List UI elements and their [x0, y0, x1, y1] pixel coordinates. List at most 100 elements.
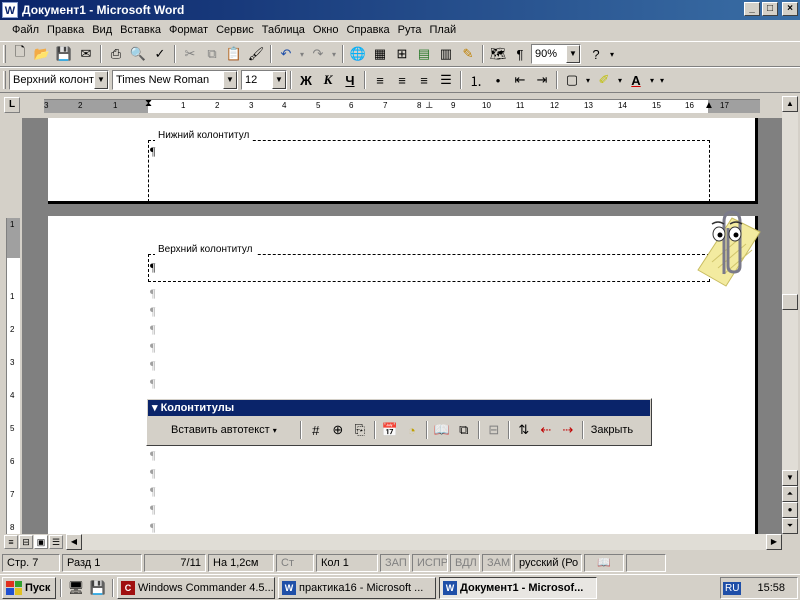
normal-view-icon[interactable]: ≡: [4, 535, 18, 549]
insert-page-count-icon[interactable]: ⊕: [327, 419, 349, 441]
task-windows-commander[interactable]: C Windows Commander 4.5...: [117, 576, 275, 599]
format-page-number-icon[interactable]: ⎘: [349, 419, 371, 441]
footer-area[interactable]: [148, 140, 710, 202]
menu-table[interactable]: Таблица: [258, 24, 309, 36]
toolbar-options-icon[interactable]: ▾: [607, 43, 617, 65]
close-button[interactable]: ×: [782, 2, 798, 16]
document-area[interactable]: Нижний колонтитул ¶ Верхний колонтитул ¶…: [22, 118, 782, 534]
help-icon[interactable]: ?: [585, 43, 607, 65]
show-hide-text-icon[interactable]: ⧉: [453, 419, 475, 441]
same-as-previous-icon[interactable]: ⊟: [483, 419, 505, 441]
undo-icon[interactable]: ↶: [275, 43, 297, 65]
menu-help[interactable]: Справка: [342, 24, 393, 36]
show-previous-icon[interactable]: ⇠: [535, 419, 557, 441]
highlight-dropdown-icon[interactable]: ▾: [615, 69, 625, 91]
save-icon[interactable]: 💾: [53, 43, 75, 65]
show-hide-paragraph-icon[interactable]: ¶: [509, 43, 531, 65]
toolbar-options-icon[interactable]: ▾: [657, 69, 667, 91]
scroll-up-button[interactable]: ▲: [782, 96, 798, 112]
chevron-down-icon[interactable]: ▼: [94, 71, 108, 89]
vertical-ruler[interactable]: 1 1 2 3 4 5 6 7 8: [6, 218, 20, 534]
toolbar-titlebar[interactable]: ▾ Колонтитулы: [148, 400, 650, 416]
copy-icon[interactable]: ⧉: [201, 43, 223, 65]
status-ovr[interactable]: ЗАМ: [482, 554, 512, 572]
insert-table-icon[interactable]: ⊞: [391, 43, 413, 65]
print-layout-view-icon[interactable]: ▣: [34, 535, 48, 549]
drawing-icon[interactable]: ✎: [457, 43, 479, 65]
menu-format[interactable]: Формат: [165, 24, 212, 36]
cut-icon[interactable]: ✂: [179, 43, 201, 65]
print-icon[interactable]: ⎙: [105, 43, 127, 65]
insert-page-number-icon[interactable]: #: [305, 419, 327, 441]
insert-date-icon[interactable]: 📅: [379, 419, 401, 441]
horizontal-ruler[interactable]: 3 2 1 1 2 3 4 5 6 7 8 9 10 11 12 13 14 1…: [44, 98, 760, 113]
toolbar-menu-icon[interactable]: ▾: [152, 402, 161, 414]
tab-selector-button[interactable]: L: [4, 97, 20, 113]
menu-insert[interactable]: Вставка: [116, 24, 165, 36]
tables-borders-icon[interactable]: ▦: [369, 43, 391, 65]
columns-icon[interactable]: ▥: [435, 43, 457, 65]
print-preview-icon[interactable]: 🔍: [127, 43, 149, 65]
scroll-right-button[interactable]: ▶: [766, 534, 782, 550]
right-indent-marker-icon[interactable]: ▲: [704, 100, 714, 111]
numbered-list-icon[interactable]: ⒈: [465, 69, 487, 91]
menu-window[interactable]: Окно: [309, 24, 343, 36]
tab-stop-icon[interactable]: ┴: [426, 102, 432, 112]
redo-icon[interactable]: ↷: [307, 43, 329, 65]
new-document-icon[interactable]: 🗋: [9, 43, 31, 65]
borders-dropdown-icon[interactable]: ▾: [583, 69, 593, 91]
italic-button[interactable]: К: [317, 69, 339, 91]
spelling-status-icon[interactable]: 📖: [584, 554, 624, 572]
page-setup-icon[interactable]: 📖: [431, 419, 453, 441]
next-page-button[interactable]: ⏷: [782, 518, 798, 534]
font-color-icon[interactable]: A: [625, 69, 647, 91]
scroll-thumb[interactable]: [782, 294, 798, 310]
outline-view-icon[interactable]: ☰: [49, 535, 63, 549]
decrease-indent-icon[interactable]: ⇤: [509, 69, 531, 91]
font-size-select[interactable]: 12 ▼: [241, 70, 287, 90]
page-current[interactable]: Верхний колонтитул ¶ ¶ ¶ ¶ ¶ ¶ ¶ ¶ ¶ ¶ ¶…: [48, 216, 758, 534]
chevron-down-icon[interactable]: ▼: [272, 71, 286, 89]
status-rec[interactable]: ЗАП: [380, 554, 410, 572]
bulleted-list-icon[interactable]: •: [487, 69, 509, 91]
paste-icon[interactable]: 📋: [223, 43, 245, 65]
justify-icon[interactable]: ☰: [435, 69, 457, 91]
chevron-down-icon[interactable]: ▼: [223, 71, 237, 89]
highlight-icon[interactable]: ✐: [593, 69, 615, 91]
office-assistant-clippy-icon[interactable]: [692, 208, 762, 288]
hyperlink-icon[interactable]: 🌐: [347, 43, 369, 65]
task-praktika16[interactable]: W практика16 - Microsoft ...: [278, 576, 436, 599]
menu-ruta[interactable]: Рута: [394, 24, 426, 36]
word-app-icon[interactable]: W: [2, 2, 18, 18]
underline-button[interactable]: Ч: [339, 69, 361, 91]
align-left-icon[interactable]: ≡: [369, 69, 391, 91]
open-folder-icon[interactable]: 📂: [31, 43, 53, 65]
increase-indent-icon[interactable]: ⇥: [531, 69, 553, 91]
toolbar-grip[interactable]: [3, 45, 6, 63]
minimize-button[interactable]: _: [744, 2, 760, 16]
redo-dropdown-icon[interactable]: ▾: [329, 43, 339, 65]
insert-excel-icon[interactable]: ▤: [413, 43, 435, 65]
scroll-left-button[interactable]: ◀: [66, 534, 82, 550]
maximize-button[interactable]: □: [762, 2, 778, 16]
status-language[interactable]: русский (Ро: [514, 554, 582, 572]
insert-autotext-button[interactable]: Вставить автотекст ▾: [151, 424, 297, 436]
switch-header-footer-icon[interactable]: ⇅: [513, 419, 535, 441]
status-ext[interactable]: ВДЛ: [450, 554, 480, 572]
chevron-down-icon[interactable]: ▼: [566, 45, 580, 63]
quicklaunch-save-icon[interactable]: 💾: [87, 577, 109, 599]
header-area[interactable]: [148, 254, 710, 282]
toolbar-grip[interactable]: [3, 71, 6, 89]
font-select[interactable]: Times New Roman ▼: [112, 70, 238, 90]
quicklaunch-desktop-icon[interactable]: 🖥: [65, 577, 87, 599]
menu-edit[interactable]: Правка: [43, 24, 88, 36]
language-indicator[interactable]: RU: [723, 581, 742, 595]
page-previous[interactable]: Нижний колонтитул ¶: [48, 118, 758, 204]
insert-time-icon[interactable]: ◔: [401, 419, 423, 441]
start-button[interactable]: Пуск: [2, 576, 56, 599]
vertical-scrollbar[interactable]: ▲ ▼ ⏶ ● ⏷: [782, 96, 798, 534]
align-right-icon[interactable]: ≡: [413, 69, 435, 91]
align-center-icon[interactable]: ≡: [391, 69, 413, 91]
scroll-down-button[interactable]: ▼: [782, 470, 798, 486]
menu-file[interactable]: Файл: [8, 24, 43, 36]
